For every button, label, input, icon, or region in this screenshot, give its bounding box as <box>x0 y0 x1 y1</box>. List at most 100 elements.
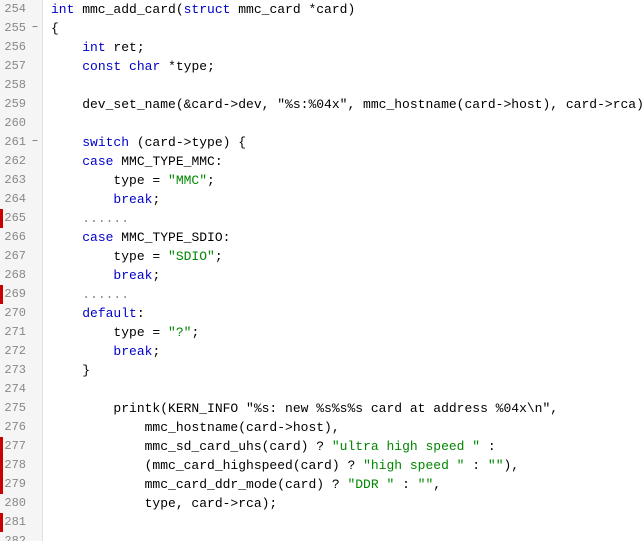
token-str: "ultra high speed " <box>332 439 480 454</box>
token-dots: ...... <box>82 287 129 302</box>
token-plain: mmc_hostname(card->host), <box>51 420 340 435</box>
token-kw: break <box>113 344 152 359</box>
token-plain <box>51 192 113 207</box>
token-plain <box>51 211 82 226</box>
line-number: 268 <box>0 266 32 285</box>
token-plain: MMC_TYPE_MMC: <box>113 154 222 169</box>
code-line: mmc_card_ddr_mode(card) ? "DDR " : "", <box>51 475 644 494</box>
line-info: 274 <box>0 380 42 399</box>
token-plain: { <box>51 21 59 36</box>
token-plain <box>51 230 82 245</box>
line-info: 278 <box>0 456 42 475</box>
line-number: 279 <box>0 475 32 494</box>
line-info: 275 <box>0 399 42 418</box>
token-str: "" <box>418 477 434 492</box>
code-line: printk(KERN_INFO "%s: new %s%s%s card at… <box>51 399 644 418</box>
token-kw: case <box>82 230 113 245</box>
line-number: 282 <box>0 532 32 541</box>
line-number: 262 <box>0 152 32 171</box>
token-str: "DDR " <box>347 477 394 492</box>
code-area[interactable]: int mmc_add_card(struct mmc_card *card) {… <box>43 0 644 541</box>
code-line: mmc_hostname(card->host), <box>51 418 644 437</box>
token-dots: ...... <box>51 534 98 541</box>
token-plain: type = <box>51 173 168 188</box>
token-plain: : <box>464 458 487 473</box>
red-bar <box>0 475 3 494</box>
line-info: 277 <box>0 437 42 456</box>
line-number: 277 <box>0 437 32 456</box>
line-info: 266 <box>0 228 42 247</box>
token-plain: ; <box>207 173 215 188</box>
line-info: 254 <box>0 0 42 19</box>
line-number: 272 <box>0 342 32 361</box>
token-plain: ; <box>152 344 160 359</box>
token-plain: mmc_card *card) <box>230 2 355 17</box>
line-number: 256 <box>0 38 32 57</box>
fold-icon[interactable]: − <box>32 19 42 38</box>
token-plain: dev_set_name(&card->dev, "%s:%04x", mmc_… <box>51 97 644 112</box>
line-info: 273 <box>0 361 42 380</box>
token-kw: char <box>129 59 160 74</box>
code-line: ...... <box>51 209 644 228</box>
line-info: 267 <box>0 247 42 266</box>
code-line: const char *type; <box>51 57 644 76</box>
line-number: 265 <box>0 209 32 228</box>
token-kw: const <box>82 59 121 74</box>
line-info: 256 <box>0 38 42 57</box>
line-info: 271 <box>0 323 42 342</box>
code-line: int mmc_add_card(struct mmc_card *card) <box>51 0 644 19</box>
line-info: 276 <box>0 418 42 437</box>
line-number: 275 <box>0 399 32 418</box>
line-info: 255− <box>0 19 42 38</box>
token-plain: ; <box>191 325 199 340</box>
code-line: case MMC_TYPE_MMC: <box>51 152 644 171</box>
token-kw: break <box>113 268 152 283</box>
token-plain <box>51 268 113 283</box>
line-info: 282 <box>0 532 42 541</box>
code-line: } <box>51 361 644 380</box>
token-plain: mmc_add_card( <box>74 2 183 17</box>
line-number: 263 <box>0 171 32 190</box>
code-line: default: <box>51 304 644 323</box>
token-plain <box>51 40 82 55</box>
token-plain: ; <box>152 192 160 207</box>
red-bar <box>0 285 3 304</box>
code-line: type = "SDIO"; <box>51 247 644 266</box>
token-plain <box>121 59 129 74</box>
code-line <box>51 114 644 133</box>
line-info: 269 <box>0 285 42 304</box>
token-str: "?" <box>168 325 191 340</box>
line-info: 261− <box>0 133 42 152</box>
line-number: 267 <box>0 247 32 266</box>
fold-icon[interactable]: − <box>32 133 42 152</box>
line-number: 270 <box>0 304 32 323</box>
line-info: 270 <box>0 304 42 323</box>
token-plain: mmc_sd_card_uhs(card) ? <box>51 439 332 454</box>
token-plain: type = <box>51 325 168 340</box>
token-str: "MMC" <box>168 173 207 188</box>
line-gutter: 254255−256257258259260261−26226326426526… <box>0 0 43 541</box>
line-number: 261 <box>0 133 32 152</box>
token-kw: default <box>82 306 137 321</box>
line-info: 258 <box>0 76 42 95</box>
token-kw: switch <box>82 135 129 150</box>
code-line: ...... <box>51 532 644 541</box>
line-info: 264 <box>0 190 42 209</box>
code-line: break; <box>51 266 644 285</box>
line-info: 281 <box>0 513 42 532</box>
line-number: 259 <box>0 95 32 114</box>
code-line: case MMC_TYPE_SDIO: <box>51 228 644 247</box>
token-plain: mmc_card_ddr_mode(card) ? <box>51 477 347 492</box>
line-info: 265 <box>0 209 42 228</box>
code-line <box>51 76 644 95</box>
line-info: 279 <box>0 475 42 494</box>
line-number: 281 <box>0 513 32 532</box>
line-number: 274 <box>0 380 32 399</box>
code-line: type, card->rca); <box>51 494 644 513</box>
code-line: int ret; <box>51 38 644 57</box>
line-number: 273 <box>0 361 32 380</box>
code-line: type = "MMC"; <box>51 171 644 190</box>
line-number: 280 <box>0 494 32 513</box>
token-plain: *type; <box>160 59 215 74</box>
line-info: 268 <box>0 266 42 285</box>
